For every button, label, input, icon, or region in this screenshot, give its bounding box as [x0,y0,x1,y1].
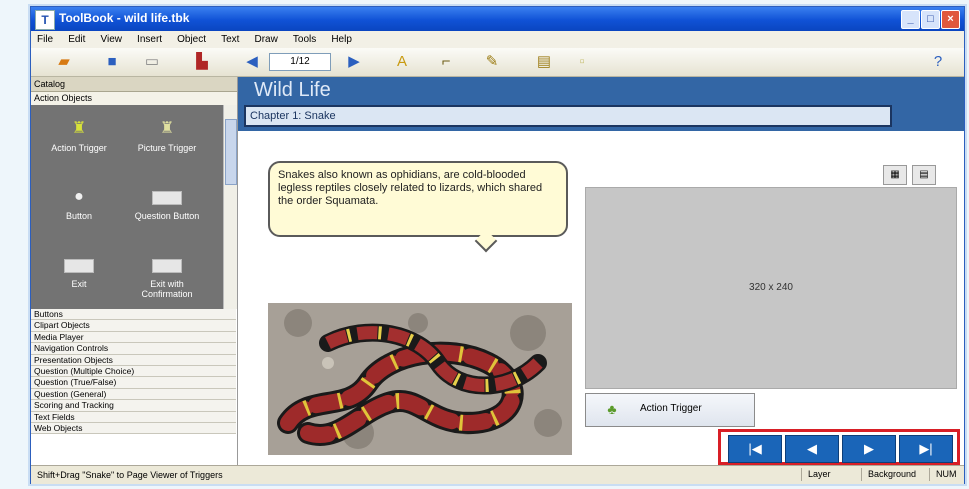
next-page-icon[interactable]: ▶ [343,52,365,72]
catalog-category-list: Buttons Clipart Objects Media Player Nav… [31,309,236,435]
menu-tools[interactable]: Tools [287,31,322,48]
help-icon[interactable]: ? [927,52,949,72]
menu-object[interactable]: Object [171,31,212,48]
catalog-header: Catalog [31,77,237,92]
button-icon: ● [74,188,84,205]
media-placeholder[interactable]: 320 x 240 [585,187,957,389]
category-item[interactable]: Buttons [31,309,236,321]
page-header-band: Wild Life Chapter 1: Snake [238,77,964,131]
speech-bubble[interactable]: Snakes also known as ophidians, are cold… [268,161,568,237]
draw-line-icon[interactable]: ⌐ [435,52,457,72]
catalog-object-question-button[interactable]: Question Button [127,187,207,221]
menu-text[interactable]: Text [215,31,245,48]
category-item[interactable]: Presentation Objects [31,354,236,366]
status-background: Background [861,468,916,481]
menu-file[interactable]: File [31,31,59,48]
category-item[interactable]: Navigation Controls [31,343,236,355]
scrollbar-thumb[interactable] [225,119,237,185]
text-icon[interactable]: A [391,52,413,72]
title-bar[interactable]: T ToolBook - wild life.tbk _ □ × [31,7,964,31]
question-button-icon [152,191,182,205]
menu-insert[interactable]: Insert [131,31,168,48]
status-message: Shift+Drag "Snake" to Page Viewer of Tri… [37,470,223,480]
toolbar: ▰ ■ ▭ ▙ ◀ 1/12 ▶ A ⌐ ✎ ▤ ▫ ? [31,48,964,77]
action-trigger-icon: ♣ [607,401,617,417]
snake-photo [268,303,572,455]
action-trigger-label: Action Trigger [640,403,702,414]
exit-button-icon [64,259,94,273]
object-label: Button [65,211,93,221]
menu-edit[interactable]: Edit [62,31,91,48]
menu-draw[interactable]: Draw [249,31,284,48]
category-item[interactable]: Question (True/False) [31,377,236,389]
last-page-icon: ▶| [919,441,933,456]
menu-view[interactable]: View [94,31,128,48]
misc-tool-icon[interactable]: ▫ [571,52,593,72]
last-page-button[interactable]: ▶| [899,435,953,463]
category-item[interactable]: Web Objects [31,422,236,435]
object-label: Action Trigger [51,143,107,153]
category-item[interactable]: Media Player [31,331,236,344]
grid-icon[interactable]: ▤ [912,165,936,185]
next-page-icon: ▶ [864,441,874,456]
object-label: Exit [71,279,87,289]
category-item[interactable]: Text Fields [31,411,236,423]
toolbook-app-icon: T [35,10,55,30]
minimize-button[interactable]: _ [901,10,920,29]
page-number-field[interactable]: 1/12 [269,53,331,71]
category-item[interactable]: Question (Multiple Choice) [31,365,236,378]
page-canvas[interactable]: Wild Life Chapter 1: Snake Snakes also k… [238,77,964,465]
status-layer: Layer [801,468,831,481]
catalog-icon[interactable]: ▙ [191,52,213,72]
category-item[interactable]: Clipart Objects [31,320,236,332]
catalog-object-picture-trigger[interactable]: ♜ Picture Trigger [127,119,207,153]
page-title: Wild Life [254,79,331,101]
picture-trigger-icon: ♜ [159,120,175,137]
object-label: Exit with Confirmation [141,279,193,299]
previous-page-icon: ◀ [807,441,817,456]
snake-image[interactable] [268,303,572,455]
paint-icon[interactable]: ✎ [481,52,503,72]
action-trigger-button[interactable]: ♣ Action Trigger [585,393,755,427]
catalog-object-button[interactable]: ● Button [39,187,119,221]
previous-page-button[interactable]: ◀ [785,435,839,463]
window-title: ToolBook - wild life.tbk [59,11,190,25]
status-bar: Shift+Drag "Snake" to Page Viewer of Tri… [31,465,964,484]
action-trigger-icon: ♜ [71,120,87,137]
placeholder-size-label: 320 x 240 [749,282,793,293]
catalog-object-exit[interactable]: Exit [39,255,119,289]
category-item[interactable]: Question (General) [31,388,236,401]
category-item[interactable]: Scoring and Tracking [31,400,236,412]
prev-page-icon[interactable]: ◀ [241,52,263,72]
next-page-button[interactable]: ▶ [842,435,896,463]
catalog-object-exit-confirm[interactable]: Exit with Confirmation [127,255,207,299]
object-grid: ♜ Action Trigger ♜ Picture Trigger ● But… [31,105,223,309]
first-page-button[interactable]: |◀ [728,435,782,463]
menu-bar: File Edit View Insert Object Text Draw T… [31,31,964,48]
first-page-icon: |◀ [748,441,762,456]
app-window: T ToolBook - wild life.tbk _ □ × File Ed… [30,6,965,484]
object-label: Question Button [134,211,200,221]
close-button[interactable]: × [941,10,960,29]
save-icon[interactable]: ■ [101,52,123,72]
open-icon[interactable]: ▰ [53,52,75,72]
exit-confirm-button-icon [152,259,182,273]
status-num: NUM [929,468,957,481]
catalog-scrollbar[interactable] [223,105,237,309]
catalog-panel: Catalog Action Objects ♜ Action Trigger … [31,77,238,465]
catalog-subheader[interactable]: Action Objects [31,92,237,106]
catalog-object-action-trigger[interactable]: ♜ Action Trigger [39,119,119,153]
properties-icon[interactable]: ▤ [533,52,555,72]
lang-icon[interactable]: ▦ [883,165,907,185]
menu-help[interactable]: Help [325,31,358,48]
object-label: Picture Trigger [137,143,197,153]
navigation-button-group: |◀ ◀ ▶ ▶| [718,429,960,465]
new-page-icon[interactable]: ▭ [141,52,163,72]
chapter-field[interactable]: Chapter 1: Snake [244,105,892,127]
maximize-button[interactable]: □ [921,10,940,29]
